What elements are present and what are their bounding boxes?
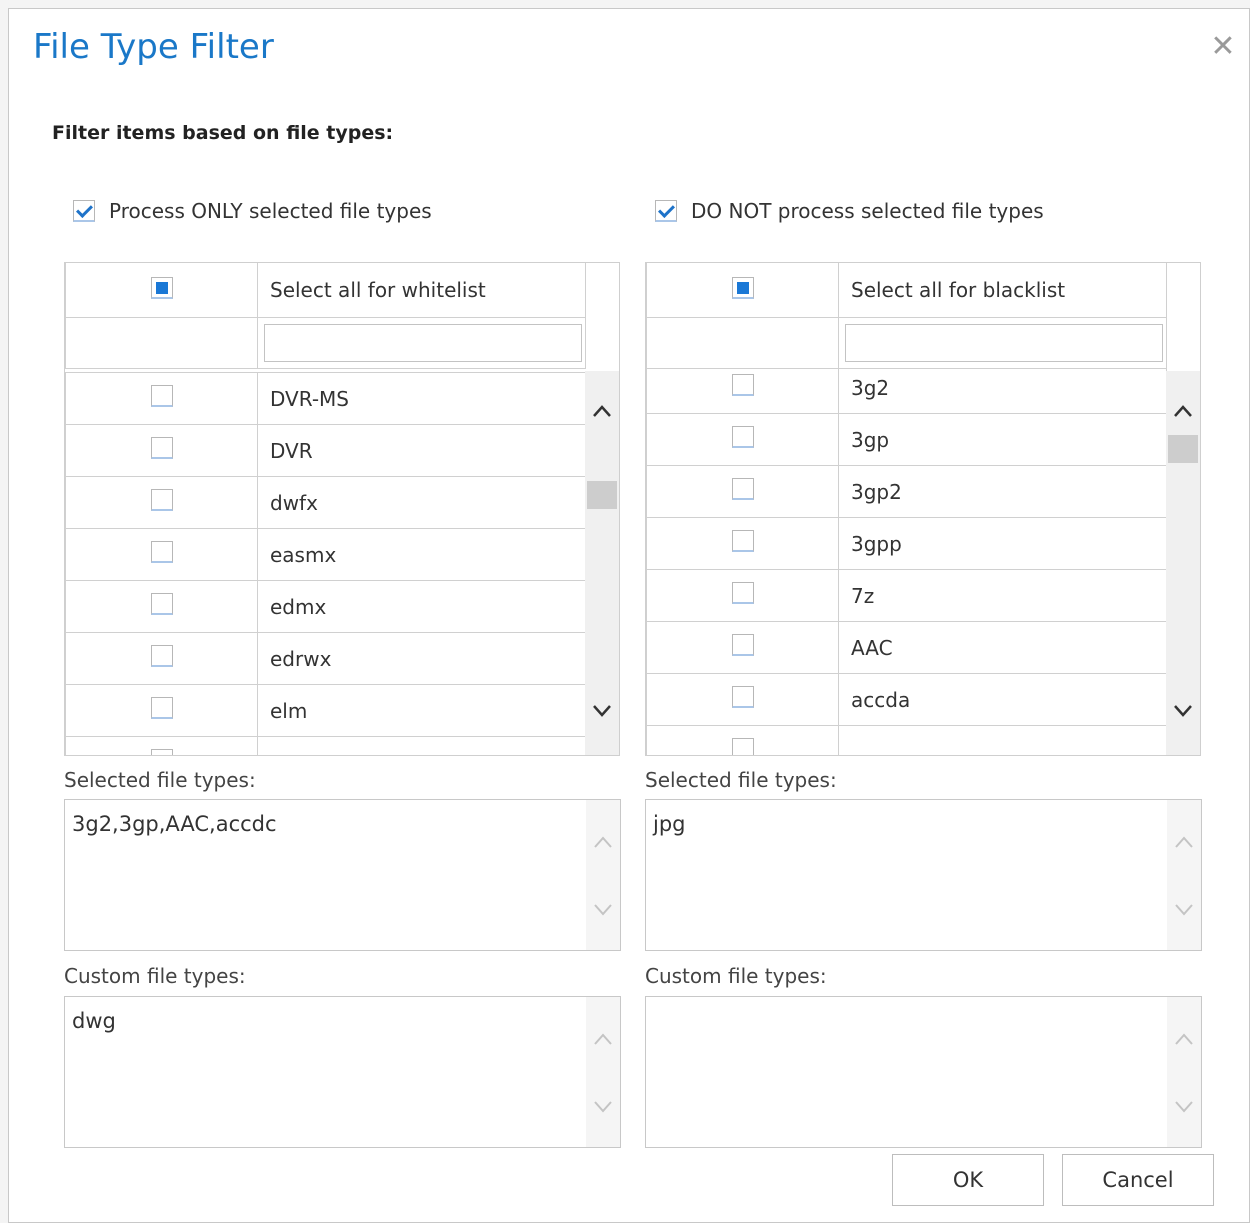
blacklist-item-label: AAC xyxy=(838,621,1167,674)
whitelist-toggle[interactable]: Process ONLY selected file types xyxy=(73,199,432,223)
whitelist-custom-value: dwg xyxy=(72,1009,116,1033)
blacklist-item-checkbox[interactable] xyxy=(731,478,754,500)
whitelist-table: Select all for whitelist xyxy=(65,263,586,369)
whitelist-item-label: DVR xyxy=(257,424,586,477)
close-icon[interactable]: ✕ xyxy=(1209,32,1237,62)
whitelist-item-checkbox[interactable] xyxy=(150,645,173,667)
blacklist-item-checkbox[interactable] xyxy=(731,426,754,448)
blacklist-grid: Select all for blacklist 3g2 3gp 3gp2 3g… xyxy=(645,262,1201,756)
blacklist-rows: 3g2 3gp 3gp2 3gpp 7z AAC accda xyxy=(646,368,1167,755)
whitelist-scrollbar[interactable] xyxy=(585,371,619,755)
whitelist-item-checkbox[interactable] xyxy=(150,697,173,719)
whitelist-grid: Select all for whitelist DVR-MS DVR dwfx… xyxy=(64,262,620,756)
chevron-down-icon[interactable] xyxy=(1166,697,1200,727)
blacklist-filter-input[interactable] xyxy=(845,324,1163,362)
blacklist-item-checkbox[interactable] xyxy=(731,686,754,708)
blacklist-scroll-thumb[interactable] xyxy=(1168,435,1198,463)
blacklist-select-all-label: Select all for blacklist xyxy=(838,263,1167,318)
blacklist-select-all-checkbox[interactable] xyxy=(731,276,754,299)
blacklist-item-label: 3g2 xyxy=(838,368,1167,414)
chevron-up-icon[interactable] xyxy=(586,1027,620,1052)
blacklist-item-label: accda xyxy=(838,673,1167,726)
whitelist-item-label: dwfx xyxy=(257,476,586,529)
blacklist-rows-viewport: 3g2 3gp 3gp2 3gpp 7z AAC accda xyxy=(646,368,1168,755)
blacklist-toggle[interactable]: DO NOT process selected file types xyxy=(655,199,1044,223)
chevron-up-icon[interactable] xyxy=(586,830,620,855)
section-label: Filter items based on file types: xyxy=(52,122,394,144)
whitelist-custom-textbox[interactable]: dwg xyxy=(64,996,621,1148)
whitelist-item-checkbox[interactable] xyxy=(150,437,173,459)
whitelist-selected-value: 3g2,3gp,AAC,accdc xyxy=(72,812,277,836)
chevron-down-icon[interactable] xyxy=(586,898,620,923)
blacklist-item-label: 7z xyxy=(838,569,1167,622)
whitelist-selected-scrollbar[interactable] xyxy=(586,800,620,950)
blacklist-item-label: 3gp xyxy=(838,413,1167,466)
chevron-down-icon[interactable] xyxy=(586,1095,620,1120)
chevron-up-icon[interactable] xyxy=(1167,1027,1201,1052)
ok-button[interactable]: OK xyxy=(892,1154,1044,1206)
whitelist-rows-viewport: DVR-MS DVR dwfx easmx edmx edrwx elm xyxy=(65,368,587,755)
dialog-title: File Type Filter xyxy=(33,27,274,67)
blacklist-selected-scrollbar[interactable] xyxy=(1167,800,1201,950)
blacklist-scrollbar[interactable] xyxy=(1166,371,1200,755)
chevron-up-icon[interactable] xyxy=(585,397,619,427)
whitelist-custom-label: Custom file types: xyxy=(64,964,246,988)
whitelist-toggle-checkbox[interactable] xyxy=(73,200,95,222)
blacklist-item-checkbox[interactable] xyxy=(731,738,754,755)
whitelist-item-label: easmx xyxy=(257,528,586,581)
blacklist-custom-label: Custom file types: xyxy=(645,964,827,988)
blacklist-custom-textbox[interactable] xyxy=(645,996,1202,1148)
whitelist-item-checkbox[interactable] xyxy=(150,385,173,407)
whitelist-filter-input[interactable] xyxy=(264,324,582,362)
blacklist-selected-label: Selected file types: xyxy=(645,768,837,792)
whitelist-scroll-thumb[interactable] xyxy=(587,481,617,509)
chevron-down-icon[interactable] xyxy=(1167,1095,1201,1120)
blacklist-toggle-checkbox[interactable] xyxy=(655,200,677,222)
whitelist-item-checkbox[interactable] xyxy=(150,593,173,615)
blacklist-toggle-label: DO NOT process selected file types xyxy=(691,199,1044,223)
whitelist-selected-textbox[interactable]: 3g2,3gp,AAC,accdc xyxy=(64,799,621,951)
blacklist-table: Select all for blacklist xyxy=(646,263,1167,369)
chevron-up-icon[interactable] xyxy=(1167,830,1201,855)
chevron-down-icon[interactable] xyxy=(585,697,619,727)
blacklist-item-checkbox[interactable] xyxy=(731,582,754,604)
whitelist-item-checkbox[interactable] xyxy=(150,489,173,511)
blacklist-item-checkbox[interactable] xyxy=(731,634,754,656)
chevron-down-icon[interactable] xyxy=(1167,898,1201,923)
whitelist-item-label: DVR-MS xyxy=(257,372,586,425)
blacklist-item-checkbox[interactable] xyxy=(731,530,754,552)
blacklist-custom-scrollbar[interactable] xyxy=(1167,997,1201,1147)
cancel-button[interactable]: Cancel xyxy=(1062,1154,1214,1206)
whitelist-item-checkbox[interactable] xyxy=(150,749,173,755)
blacklist-selected-textbox[interactable]: jpg xyxy=(645,799,1202,951)
whitelist-rows: DVR-MS DVR dwfx easmx edmx edrwx elm xyxy=(65,372,586,755)
whitelist-select-all-label: Select all for whitelist xyxy=(257,263,586,318)
whitelist-item-label: edmx xyxy=(257,580,586,633)
whitelist-item-label: edrwx xyxy=(257,632,586,685)
blacklist-item-checkbox[interactable] xyxy=(731,374,754,396)
blacklist-selected-value: jpg xyxy=(653,812,686,836)
file-type-filter-dialog: File Type Filter ✕ Filter items based on… xyxy=(8,8,1250,1223)
whitelist-item-label: elm xyxy=(257,684,586,737)
chevron-up-icon[interactable] xyxy=(1166,397,1200,427)
whitelist-toggle-label: Process ONLY selected file types xyxy=(109,199,432,223)
blacklist-item-label: 3gpp xyxy=(838,517,1167,570)
whitelist-select-all-checkbox[interactable] xyxy=(150,276,173,299)
whitelist-custom-scrollbar[interactable] xyxy=(586,997,620,1147)
whitelist-selected-label: Selected file types: xyxy=(64,768,256,792)
blacklist-item-label: 3gp2 xyxy=(838,465,1167,518)
whitelist-item-checkbox[interactable] xyxy=(150,541,173,563)
